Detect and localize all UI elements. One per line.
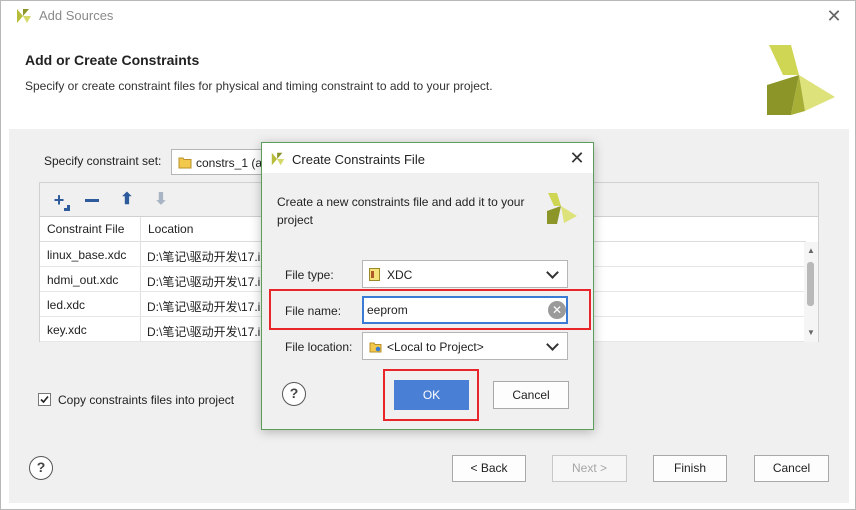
create-constraints-dialog: Create Constraints File ✕ Create a new c… — [261, 142, 594, 430]
dialog-body: Create a new constraints file and add it… — [262, 173, 593, 429]
file-location-select[interactable]: <Local to Project> — [362, 332, 568, 360]
file-name-label: File name: — [285, 304, 342, 318]
table-scrollbar[interactable]: ▲ ▼ — [804, 242, 818, 342]
chevron-down-icon — [546, 266, 559, 279]
file-name-cell: hdmi_out.xdc — [47, 273, 119, 287]
file-name-cell: key.xdc — [47, 323, 87, 337]
dialog-help-button[interactable]: ? — [282, 382, 306, 406]
vivado-logo-icon — [767, 45, 835, 115]
scroll-down-icon[interactable]: ▼ — [807, 328, 815, 337]
move-up-icon[interactable]: ⬆ — [116, 189, 138, 211]
location-cell: D:\笔记\驱动开发\17.i — [147, 250, 261, 264]
location-cell: D:\笔记\驱动开发\17.i — [147, 325, 261, 339]
location-cell: D:\笔记\驱动开发\17.i — [147, 300, 261, 314]
page-description: Specify or create constraint files for p… — [25, 79, 493, 93]
file-type-value: XDC — [387, 268, 413, 282]
file-location-value: <Local to Project> — [387, 340, 484, 354]
folder-icon — [178, 157, 192, 169]
back-button[interactable]: < Back — [452, 455, 526, 482]
file-name-cell: led.xdc — [47, 298, 86, 312]
chevron-down-icon — [546, 338, 559, 351]
close-icon[interactable]: ✕ — [823, 5, 845, 27]
constraint-set-label: Specify constraint set: — [44, 154, 162, 168]
dialog-brand-icon — [547, 193, 577, 224]
dialog-description: Create a new constraints file and add it… — [277, 195, 525, 227]
dialog-title: Create Constraints File — [292, 152, 425, 167]
cancel-button[interactable]: Cancel — [754, 455, 829, 482]
file-type-label: File type: — [285, 268, 334, 282]
finish-button[interactable]: Finish — [653, 455, 727, 482]
page-title: Add or Create Constraints — [25, 52, 200, 68]
window-title: Add Sources — [39, 8, 114, 23]
clear-icon[interactable]: ✕ — [548, 301, 566, 319]
app-logo-icon — [17, 9, 31, 23]
dialog-cancel-button[interactable]: Cancel — [493, 381, 569, 409]
ok-button[interactable]: OK — [394, 380, 469, 410]
checkmark-icon — [40, 395, 49, 404]
copy-constraints-label[interactable]: Copy constraints files into project — [58, 393, 234, 407]
move-down-icon: ⬇ — [154, 191, 168, 208]
folder-icon — [369, 342, 382, 353]
file-type-select[interactable]: XDC — [362, 260, 568, 288]
file-name-value: eeprom — [367, 303, 408, 317]
copy-constraints-checkbox[interactable] — [38, 393, 51, 406]
remove-icon[interactable] — [81, 189, 103, 211]
file-name-input[interactable]: eeprom ✕ — [362, 296, 568, 324]
dialog-close-icon[interactable]: ✕ — [566, 147, 588, 169]
file-name-cell: linux_base.xdc — [47, 248, 127, 262]
constraint-set-select[interactable]: constrs_1 (a — [171, 149, 267, 175]
constraint-set-value: constrs_1 (a — [196, 156, 263, 170]
scroll-up-icon[interactable]: ▲ — [807, 246, 815, 255]
help-button[interactable]: ? — [29, 456, 53, 480]
title-bar: Add Sources ✕ — [1, 1, 855, 31]
column-header-file[interactable]: Constraint File — [40, 217, 141, 242]
add-dropdown-icon[interactable] — [64, 205, 70, 211]
xdc-file-icon — [369, 268, 380, 281]
dialog-logo-icon — [271, 152, 285, 166]
next-button: Next > — [552, 455, 627, 482]
dialog-title-bar: Create Constraints File ✕ — [262, 143, 593, 173]
file-location-label: File location: — [285, 340, 353, 354]
location-cell: D:\笔记\驱动开发\17.i — [147, 275, 261, 289]
scrollbar-thumb[interactable] — [807, 262, 814, 306]
